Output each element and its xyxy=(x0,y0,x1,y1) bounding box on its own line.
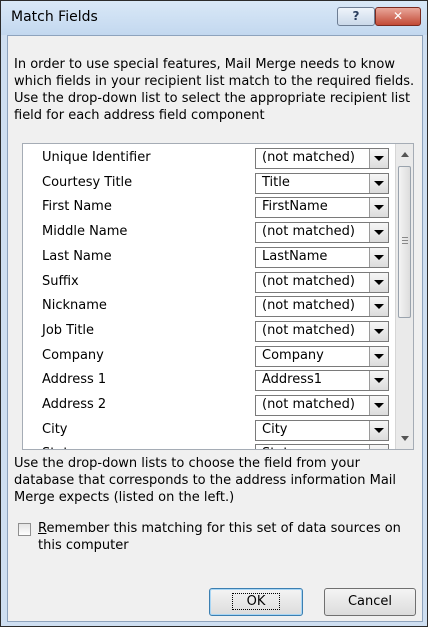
field-dropdown-value: (not matched) xyxy=(262,224,355,240)
field-label: Unique Identifier xyxy=(42,150,151,165)
dropdown-arrow-icon[interactable] xyxy=(369,396,388,415)
field-row: Nickname (not matched) xyxy=(23,295,395,319)
field-dropdown-value: Company xyxy=(262,347,324,363)
field-label: Suffix xyxy=(42,273,79,289)
dropdown-arrow-icon[interactable] xyxy=(369,445,388,449)
field-row: Address 2 (not matched) xyxy=(23,394,395,418)
dropdown-arrow-icon[interactable] xyxy=(369,247,388,267)
field-dropdown-value: (not matched) xyxy=(262,322,355,338)
field-label: Address 2 xyxy=(42,397,107,412)
intro-text: In order to use special features, Mail M… xyxy=(14,57,415,123)
dropdown-arrow-icon[interactable] xyxy=(369,272,388,292)
match-fields-dialog: Match Fields ? ✕ In order to use special… xyxy=(0,0,428,627)
field-dropdown[interactable]: FirstName xyxy=(255,197,389,219)
field-dropdown[interactable]: Company xyxy=(255,345,389,367)
field-dropdown[interactable]: LastName xyxy=(255,246,389,268)
field-label: State xyxy=(42,446,76,449)
scroll-down-arrow-icon[interactable] xyxy=(401,436,409,441)
scroll-thumb[interactable] xyxy=(398,166,411,318)
field-label: Address 1 xyxy=(42,372,107,388)
dropdown-arrow-icon[interactable] xyxy=(369,321,388,341)
field-dropdown-value: (not matched) xyxy=(262,397,355,412)
title-bar: Match Fields ? ✕ xyxy=(1,1,427,35)
help-note: Use the drop-down lists to choose the fi… xyxy=(14,456,397,505)
field-row: Unique Identifier (not matched) xyxy=(23,147,395,171)
field-dropdown-value: LastName xyxy=(262,248,328,264)
field-label: First Name xyxy=(42,199,112,215)
field-dropdown-value: (not matched) xyxy=(262,273,355,289)
dropdown-arrow-icon[interactable] xyxy=(369,420,388,440)
field-dropdown[interactable]: (not matched) xyxy=(255,222,389,244)
field-dropdown-value: Address1 xyxy=(262,372,323,388)
field-dropdown-value: Title xyxy=(262,174,290,190)
field-row: Job Title (not matched) xyxy=(23,320,395,344)
field-dropdown[interactable]: (not matched) xyxy=(255,271,389,293)
field-label: City xyxy=(42,421,68,437)
remember-matching-label[interactable]: Remember this matching for this set of d… xyxy=(38,520,418,554)
field-dropdown[interactable]: City xyxy=(255,419,389,441)
field-dropdown[interactable]: Address1 xyxy=(255,370,389,392)
scroll-up-arrow-icon[interactable] xyxy=(401,152,409,157)
field-label: Last Name xyxy=(42,248,112,264)
field-row: State State xyxy=(23,443,395,449)
field-label: Job Title xyxy=(42,322,95,338)
dropdown-arrow-icon[interactable] xyxy=(369,297,388,317)
dialog-body: In order to use special features, Mail M… xyxy=(7,35,423,622)
ok-label: OK xyxy=(231,593,281,610)
window-title: Match Fields xyxy=(11,9,98,25)
field-row: Address 1 Address1 xyxy=(23,369,395,393)
vertical-scrollbar[interactable] xyxy=(395,144,413,449)
field-row: Last Name LastName xyxy=(23,246,395,270)
field-row: Company Company xyxy=(23,345,395,369)
field-label: Company xyxy=(42,347,104,363)
dropdown-arrow-icon[interactable] xyxy=(369,149,388,168)
field-row: Middle Name (not matched) xyxy=(23,221,395,245)
field-dropdown[interactable]: (not matched) xyxy=(255,395,389,416)
field-row: City City xyxy=(23,419,395,443)
field-row: Courtesy Title Title xyxy=(23,172,395,196)
field-match-list: Unique Identifier (not matched) Courtesy T… xyxy=(22,143,414,450)
field-dropdown[interactable]: (not matched) xyxy=(255,296,389,318)
help-button[interactable]: ? xyxy=(337,7,375,26)
field-dropdown[interactable]: State xyxy=(255,444,389,449)
field-dropdown-value: (not matched) xyxy=(262,150,355,165)
dropdown-arrow-icon[interactable] xyxy=(369,371,388,391)
field-row: First Name FirstName xyxy=(23,196,395,220)
dropdown-arrow-icon[interactable] xyxy=(369,346,388,366)
remember-matching-checkbox[interactable] xyxy=(18,523,31,536)
field-dropdown[interactable]: (not matched) xyxy=(255,148,389,169)
dropdown-arrow-icon[interactable] xyxy=(369,173,388,193)
field-dropdown-value: FirstName xyxy=(262,199,328,215)
field-label: Nickname xyxy=(42,298,107,314)
field-dropdown-value: (not matched) xyxy=(262,298,355,314)
cancel-button[interactable]: Cancel xyxy=(324,588,416,616)
field-dropdown[interactable]: Title xyxy=(255,172,389,194)
field-label: Middle Name xyxy=(42,224,128,240)
dropdown-arrow-icon[interactable] xyxy=(369,198,388,218)
field-dropdown[interactable]: (not matched) xyxy=(255,320,389,342)
field-dropdown-value: City xyxy=(262,421,288,437)
ok-button[interactable]: OK xyxy=(209,588,303,616)
grip-icon xyxy=(402,237,408,245)
close-button[interactable]: ✕ xyxy=(375,7,421,26)
dropdown-arrow-icon[interactable] xyxy=(369,223,388,243)
remember-label-text: emember this matching for this set of da… xyxy=(38,521,401,553)
field-label: Courtesy Title xyxy=(42,174,133,190)
field-row: Suffix (not matched) xyxy=(23,271,395,295)
field-dropdown-value: State xyxy=(262,446,296,449)
